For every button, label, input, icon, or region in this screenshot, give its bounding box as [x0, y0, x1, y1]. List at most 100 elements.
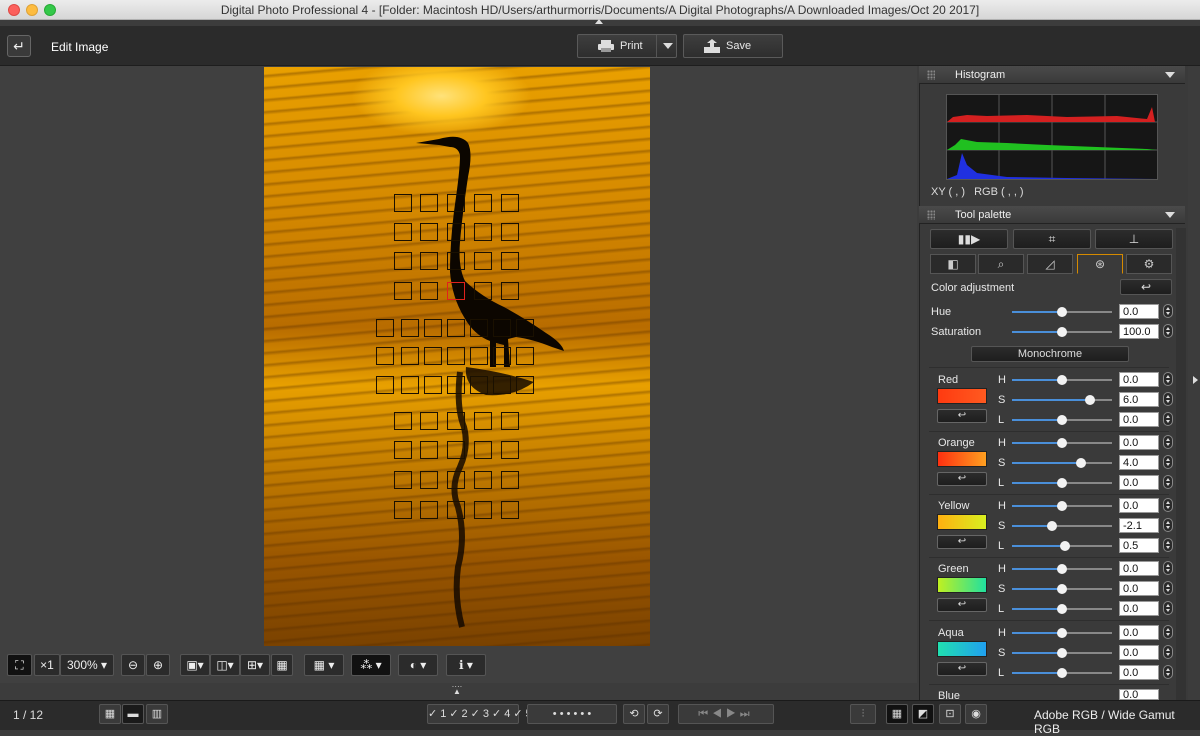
aqua-s-stepper[interactable] [1163, 645, 1173, 659]
tab-color[interactable]: ⊛ [1077, 254, 1123, 274]
rotate-right-button[interactable]: ⟳ [647, 704, 669, 724]
tool-palette-header[interactable]: Tool palette [919, 206, 1185, 224]
red-h-slider[interactable] [1012, 375, 1112, 385]
slider-knob[interactable] [1047, 521, 1057, 531]
layout-grid-button[interactable]: ▦ [271, 654, 293, 676]
slider-knob[interactable] [1057, 375, 1067, 385]
save-button[interactable]: Save [683, 34, 783, 58]
green-s-stepper[interactable] [1163, 581, 1173, 595]
tool-palette-scrollbar[interactable] [1176, 228, 1186, 706]
slider-knob[interactable] [1057, 628, 1067, 638]
saturation-input[interactable]: 100.0 [1119, 324, 1159, 339]
highlight-warning-button[interactable]: ◐ ▾ [398, 654, 438, 676]
hue-slider[interactable] [1012, 307, 1112, 317]
fit-to-window-button[interactable]: ⛶ [7, 654, 32, 676]
histogram-header[interactable]: Histogram [919, 66, 1185, 84]
layout-split-button[interactable]: ⊞▾ [240, 654, 270, 676]
hue-slider-knob[interactable] [1057, 307, 1067, 317]
green-reset-button[interactable]: ↩ [937, 598, 987, 612]
slider-knob[interactable] [1060, 541, 1070, 551]
view-mode-2-button[interactable]: ◩ [912, 704, 934, 724]
expand-panel-icon[interactable] [1193, 376, 1198, 384]
yellow-h-slider[interactable] [1012, 501, 1112, 511]
slider-knob[interactable] [1057, 584, 1067, 594]
tab-curve[interactable]: ◿ [1027, 254, 1073, 274]
green-l-stepper[interactable] [1163, 601, 1173, 615]
green-h-input[interactable]: 0.0 [1119, 561, 1159, 576]
yellow-s-slider[interactable] [1012, 521, 1112, 531]
red-reset-button[interactable]: ↩ [937, 409, 987, 423]
yellow-l-stepper[interactable] [1163, 538, 1173, 552]
yellow-h-input[interactable]: 0.0 [1119, 498, 1159, 513]
reset-color-button[interactable]: ↩ [1120, 279, 1172, 295]
aqua-h-slider[interactable] [1012, 628, 1112, 638]
zoom-window-button[interactable] [44, 4, 56, 16]
orange-l-slider[interactable] [1012, 478, 1112, 488]
blue-h-input[interactable]: 0.0 [1119, 689, 1159, 700]
green-l-input[interactable]: 0.0 [1119, 601, 1159, 616]
saturation-slider[interactable] [1012, 327, 1112, 337]
slider-knob[interactable] [1057, 648, 1067, 658]
tab-basic[interactable]: ◧ [930, 254, 976, 274]
monochrome-button[interactable]: Monochrome [971, 346, 1129, 362]
red-s-input[interactable]: 6.0 [1119, 392, 1159, 407]
slider-knob[interactable] [1057, 564, 1067, 574]
saturation-slider-knob[interactable] [1057, 327, 1067, 337]
yellow-h-stepper[interactable] [1163, 498, 1173, 512]
aqua-h-stepper[interactable] [1163, 625, 1173, 639]
trim-button[interactable]: ⌗ [1013, 229, 1091, 249]
slider-knob[interactable] [1076, 458, 1086, 468]
rotate-left-button[interactable]: ⟲ [623, 704, 645, 724]
yellow-s-stepper[interactable] [1163, 518, 1173, 532]
layout-single-button[interactable]: ▣▾ [180, 654, 210, 676]
hue-stepper[interactable] [1163, 304, 1173, 318]
yellow-reset-button[interactable]: ↩ [937, 535, 987, 549]
info-button[interactable]: ℹ ▾ [446, 654, 486, 676]
aqua-s-slider[interactable] [1012, 648, 1112, 658]
zoom-100-button[interactable]: ×1 [34, 654, 60, 676]
layout-compare-button[interactable]: ◫▾ [210, 654, 240, 676]
view-mode-1-button[interactable]: ▦ [886, 704, 908, 724]
yellow-l-slider[interactable] [1012, 541, 1112, 551]
stamp-button[interactable]: ⊥ [1095, 229, 1173, 249]
aqua-reset-button[interactable]: ↩ [937, 662, 987, 676]
rating-buttons[interactable]: ✓1✓2✓3✓4✓5 [427, 704, 532, 724]
red-h-stepper[interactable] [1163, 372, 1173, 386]
red-l-input[interactable]: 0.0 [1119, 412, 1159, 427]
basic-adjust-button[interactable]: ▮▮▶ [930, 229, 1008, 249]
yellow-s-input[interactable]: -2.1 [1119, 518, 1159, 533]
close-window-button[interactable] [8, 4, 20, 16]
aqua-l-input[interactable]: 0.0 [1119, 665, 1159, 680]
hue-input[interactable]: 0.0 [1119, 304, 1159, 319]
minimize-window-button[interactable] [26, 4, 38, 16]
filter-button[interactable]: ⫶ [850, 704, 876, 724]
saturation-stepper[interactable] [1163, 324, 1173, 338]
red-h-input[interactable]: 0.0 [1119, 372, 1159, 387]
aqua-h-input[interactable]: 0.0 [1119, 625, 1159, 640]
zoom-out-button[interactable]: ⊖ [121, 654, 145, 676]
filmstrip-vertical-button[interactable]: ▥ [146, 704, 168, 724]
expand-filmstrip-icon[interactable]: ···· ▲ [447, 683, 467, 696]
photo-preview[interactable] [264, 67, 650, 646]
slider-knob[interactable] [1057, 478, 1067, 488]
slider-knob[interactable] [1057, 668, 1067, 678]
back-button[interactable]: ↵ [7, 35, 31, 57]
slider-knob[interactable] [1057, 501, 1067, 511]
slider-knob[interactable] [1085, 395, 1095, 405]
aqua-s-input[interactable]: 0.0 [1119, 645, 1159, 660]
navigation-buttons[interactable]: ⏮◀▶⏭ [678, 704, 774, 724]
print-dropdown-icon[interactable] [656, 35, 678, 57]
star-rating-buttons[interactable]: • • • • • • [527, 704, 617, 724]
print-button[interactable]: Print [577, 34, 677, 58]
red-l-slider[interactable] [1012, 415, 1112, 425]
yellow-l-input[interactable]: 0.5 [1119, 538, 1159, 553]
green-s-slider[interactable] [1012, 584, 1112, 594]
red-s-slider[interactable] [1012, 395, 1112, 405]
slider-knob[interactable] [1057, 604, 1067, 614]
green-h-slider[interactable] [1012, 564, 1112, 574]
orange-s-stepper[interactable] [1163, 455, 1173, 469]
view-mode-3-button[interactable]: ⊡ [939, 704, 961, 724]
zoom-select[interactable]: 300% ▾ [60, 654, 114, 676]
green-l-slider[interactable] [1012, 604, 1112, 614]
tab-settings[interactable]: ⚙ [1126, 254, 1172, 274]
